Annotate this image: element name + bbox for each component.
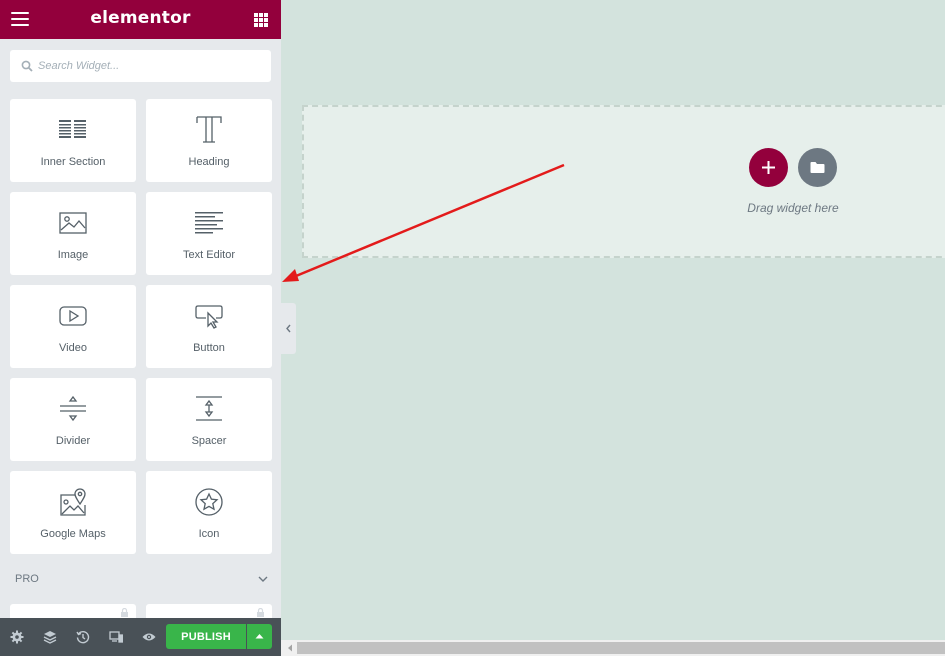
search-widget-input[interactable] [38,50,263,82]
add-new-section-button[interactable] [749,148,788,187]
widget-image[interactable]: Image [10,192,136,275]
widget-google-maps[interactable]: Google Maps [10,471,136,554]
inner-section-icon [59,120,86,138]
publish-options-button[interactable] [247,624,272,649]
video-icon [59,306,87,326]
pro-section-label: PRO [15,573,39,585]
widget-label: Divider [55,435,91,447]
widget-heading[interactable]: Heading [146,99,272,182]
spacer-icon [196,396,222,421]
widget-icon[interactable]: Icon [146,471,272,554]
widget-label: Button [193,342,225,354]
lock-icon [121,608,128,617]
widget-label: Image [57,249,89,261]
folder-icon [810,162,825,173]
chevron-left-icon [286,324,291,333]
caret-up-icon [255,634,264,639]
widget-spacer[interactable]: Spacer [146,378,272,461]
plus-icon [762,161,775,174]
panel-header: elementor [0,0,281,39]
chevron-down-icon [258,576,268,582]
star-icon [195,488,223,516]
navigator-layers-icon[interactable] [43,630,57,644]
lock-icon [257,608,264,617]
scrollbar-thumb[interactable] [297,642,945,654]
history-icon[interactable] [76,630,90,644]
widget-label: Icon [198,528,220,540]
responsive-mode-icon[interactable] [109,630,123,644]
widget-divider[interactable]: Divider [10,378,136,461]
text-editor-icon [195,212,223,234]
add-template-button[interactable] [798,148,837,187]
panel-collapse-toggle[interactable] [281,303,296,354]
publish-button[interactable]: PUBLISH [166,624,246,649]
elementor-panel: elementor Inner Section Heading Image Te… [0,0,281,656]
horizontal-scrollbar[interactable] [281,640,945,656]
empty-section-dropzone[interactable] [302,105,945,258]
drag-widget-hint: Drag widget here [747,201,839,215]
search-widget-box [10,50,271,82]
grid-apps-icon[interactable] [254,13,268,27]
widget-inner-section[interactable]: Inner Section [10,99,136,182]
panel-footer: PUBLISH [0,618,281,656]
settings-gear-icon[interactable] [10,630,24,644]
pro-section-header[interactable]: PRO [15,573,270,587]
search-icon [21,60,33,72]
widget-label: Heading [188,156,230,168]
widget-button[interactable]: Button [146,285,272,368]
divider-icon [60,395,86,422]
widget-label: Text Editor [183,249,235,261]
heading-icon [196,116,222,143]
widget-text-editor[interactable]: Text Editor [146,192,272,275]
widget-label: Google Maps [40,528,106,540]
preview-eye-icon[interactable] [142,630,156,644]
scroll-left-arrow-icon[interactable] [286,644,294,652]
image-icon [59,212,87,234]
widget-label: Spacer [191,435,227,447]
elementor-logo: elementor [90,8,191,28]
widget-label: Video [59,342,87,354]
google-maps-icon [60,488,86,516]
widget-video[interactable]: Video [10,285,136,368]
button-icon [195,305,223,329]
widget-label: Inner Section [40,156,106,168]
